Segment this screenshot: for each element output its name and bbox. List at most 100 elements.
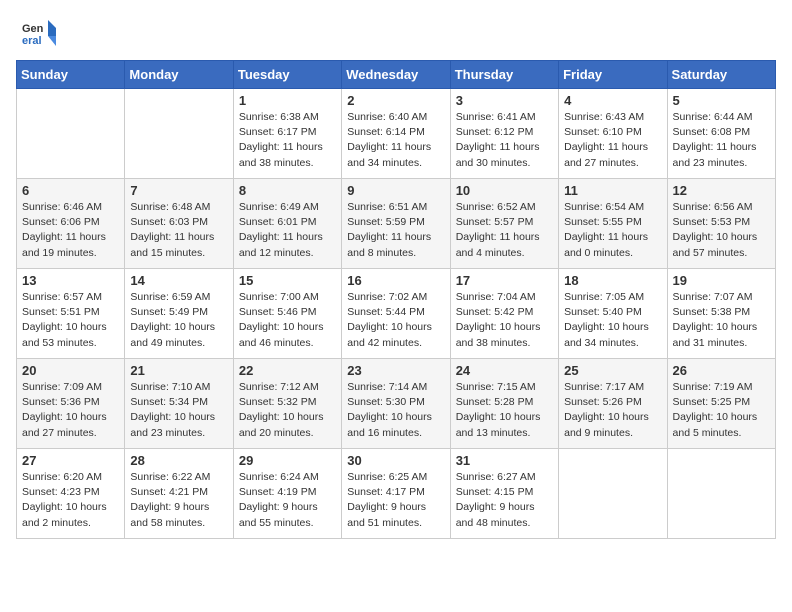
day-cell-27: 27 Sunrise: 6:20 AM Sunset: 4:23 PM Dayli… [17,449,125,539]
day-header-saturday: Saturday [667,61,775,89]
day-cell-25: 25Sunrise: 7:17 AM Sunset: 5:26 PM Dayli… [559,359,667,449]
day-cell-2: 2Sunrise: 6:40 AM Sunset: 6:14 PM Daylig… [342,89,450,179]
day-info: Sunrise: 6:51 AM Sunset: 5:59 PM Dayligh… [347,200,444,261]
empty-cell [17,89,125,179]
day-info: Sunrise: 6:38 AM Sunset: 6:17 PM Dayligh… [239,110,336,171]
day-cell-23: 23 Sunrise: 7:14 AM Sunset: 5:30 PM Dayli… [342,359,450,449]
day-cell-3: 3Sunrise: 6:41 AM Sunset: 6:12 PM Daylig… [450,89,558,179]
day-number: 14 [130,273,227,288]
day-header-friday: Friday [559,61,667,89]
day-number: 19 [673,273,770,288]
day-info: Sunrise: 6:44 AM Sunset: 6:08 PM Dayligh… [673,110,770,171]
day-info: Sunrise: 6:57 AM Sunset: 5:51 PM Dayligh… [22,290,119,351]
day-number: 12 [673,183,770,198]
day-number: 24 [456,363,553,378]
day-info: Sunrise: 7:04 AM Sunset: 5:42 PM Dayligh… [456,290,553,351]
calendar-header: SundayMondayTuesdayWednesdayThursdayFrid… [17,61,776,89]
day-cell-19: 19 Sunrise: 7:07 AM Sunset: 5:38 PM Dayli… [667,269,775,359]
day-number: 22 [239,363,336,378]
day-cell-28: 28 Sunrise: 6:22 AM Sunset: 4:21 PM Dayli… [125,449,233,539]
day-number: 25 [564,363,661,378]
day-cell-31: 31 Sunrise: 6:27 AM Sunset: 4:15 PM Dayli… [450,449,558,539]
day-number: 31 [456,453,553,468]
day-info: Sunrise: 7:14 AM Sunset: 5:30 PM Dayligh… [347,380,444,441]
day-cell-4: 4 Sunrise: 6:43 AM Sunset: 6:10 PM Daylig… [559,89,667,179]
day-info: Sunrise: 7:00 AM Sunset: 5:46 PM Dayligh… [239,290,336,351]
day-cell-24: 24 Sunrise: 7:15 AM Sunset: 5:28 PM Dayli… [450,359,558,449]
day-number: 9 [347,183,444,198]
day-info: Sunrise: 7:09 AM Sunset: 5:36 PM Dayligh… [22,380,119,441]
day-cell-6: 6 Sunrise: 6:46 AM Sunset: 6:06 PM Daylig… [17,179,125,269]
calendar-body: 1 Sunrise: 6:38 AM Sunset: 6:17 PM Daylig… [17,89,776,539]
day-info: Sunrise: 6:24 AM Sunset: 4:19 PM Dayligh… [239,470,336,531]
day-header-sunday: Sunday [17,61,125,89]
day-info: Sunrise: 6:52 AM Sunset: 5:57 PM Dayligh… [456,200,553,261]
day-cell-17: 17 Sunrise: 7:04 AM Sunset: 5:42 PM Dayli… [450,269,558,359]
day-number: 8 [239,183,336,198]
day-info: Sunrise: 6:20 AM Sunset: 4:23 PM Dayligh… [22,470,119,531]
day-info: Sunrise: 6:59 AM Sunset: 5:49 PM Dayligh… [130,290,227,351]
calendar-table: SundayMondayTuesdayWednesdayThursdayFrid… [16,60,776,539]
day-info: Sunrise: 6:48 AM Sunset: 6:03 PM Dayligh… [130,200,227,261]
day-cell-22: 22 Sunrise: 7:12 AM Sunset: 5:32 PM Dayli… [233,359,341,449]
day-info: Sunrise: 6:40 AM Sunset: 6:14 PM Dayligh… [347,110,444,171]
day-number: 5 [673,93,770,108]
day-cell-5: 5 Sunrise: 6:44 AM Sunset: 6:08 PM Daylig… [667,89,775,179]
day-header-tuesday: Tuesday [233,61,341,89]
day-number: 15 [239,273,336,288]
day-info: Sunrise: 6:43 AM Sunset: 6:10 PM Dayligh… [564,110,661,171]
day-cell-20: 20 Sunrise: 7:09 AM Sunset: 5:36 PM Dayli… [17,359,125,449]
day-info: Sunrise: 6:49 AM Sunset: 6:01 PM Dayligh… [239,200,336,261]
empty-cell [559,449,667,539]
day-info: Sunrise: 6:27 AM Sunset: 4:15 PM Dayligh… [456,470,553,531]
day-number: 6 [22,183,119,198]
day-number: 21 [130,363,227,378]
day-number: 28 [130,453,227,468]
day-cell-18: 18Sunrise: 7:05 AM Sunset: 5:40 PM Dayli… [559,269,667,359]
day-info: Sunrise: 6:46 AM Sunset: 6:06 PM Dayligh… [22,200,119,261]
day-number: 1 [239,93,336,108]
day-info: Sunrise: 6:54 AM Sunset: 5:55 PM Dayligh… [564,200,661,261]
day-cell-13: 13Sunrise: 6:57 AM Sunset: 5:51 PM Dayli… [17,269,125,359]
day-number: 20 [22,363,119,378]
day-number: 30 [347,453,444,468]
day-info: Sunrise: 7:07 AM Sunset: 5:38 PM Dayligh… [673,290,770,351]
day-header-thursday: Thursday [450,61,558,89]
day-cell-15: 15 Sunrise: 7:00 AM Sunset: 5:46 PM Dayli… [233,269,341,359]
week-row-2: 6 Sunrise: 6:46 AM Sunset: 6:06 PM Daylig… [17,179,776,269]
day-header-wednesday: Wednesday [342,61,450,89]
week-row-1: 1 Sunrise: 6:38 AM Sunset: 6:17 PM Daylig… [17,89,776,179]
day-number: 4 [564,93,661,108]
day-info: Sunrise: 6:41 AM Sunset: 6:12 PM Dayligh… [456,110,553,171]
day-cell-7: 7Sunrise: 6:48 AM Sunset: 6:03 PM Daylig… [125,179,233,269]
day-header-monday: Monday [125,61,233,89]
day-info: Sunrise: 7:02 AM Sunset: 5:44 PM Dayligh… [347,290,444,351]
day-number: 10 [456,183,553,198]
week-row-5: 27 Sunrise: 6:20 AM Sunset: 4:23 PM Dayli… [17,449,776,539]
header-row: SundayMondayTuesdayWednesdayThursdayFrid… [17,61,776,89]
empty-cell [125,89,233,179]
logo: Gen eral [20,16,60,52]
day-info: Sunrise: 7:19 AM Sunset: 5:25 PM Dayligh… [673,380,770,441]
day-number: 18 [564,273,661,288]
day-cell-26: 26Sunrise: 7:19 AM Sunset: 5:25 PM Dayli… [667,359,775,449]
day-number: 23 [347,363,444,378]
day-number: 17 [456,273,553,288]
day-info: Sunrise: 7:12 AM Sunset: 5:32 PM Dayligh… [239,380,336,441]
day-number: 29 [239,453,336,468]
page-header: Gen eral [0,0,792,60]
day-info: Sunrise: 6:22 AM Sunset: 4:21 PM Dayligh… [130,470,227,531]
day-cell-30: 30 Sunrise: 6:25 AM Sunset: 4:17 PM Dayli… [342,449,450,539]
empty-cell [667,449,775,539]
logo-icon: Gen eral [20,16,56,52]
day-cell-14: 14 Sunrise: 6:59 AM Sunset: 5:49 PM Dayli… [125,269,233,359]
day-info: Sunrise: 6:25 AM Sunset: 4:17 PM Dayligh… [347,470,444,531]
day-cell-1: 1 Sunrise: 6:38 AM Sunset: 6:17 PM Daylig… [233,89,341,179]
day-number: 27 [22,453,119,468]
day-cell-11: 11Sunrise: 6:54 AM Sunset: 5:55 PM Dayli… [559,179,667,269]
week-row-3: 13Sunrise: 6:57 AM Sunset: 5:51 PM Dayli… [17,269,776,359]
day-info: Sunrise: 6:56 AM Sunset: 5:53 PM Dayligh… [673,200,770,261]
day-cell-16: 16Sunrise: 7:02 AM Sunset: 5:44 PM Dayli… [342,269,450,359]
day-info: Sunrise: 7:15 AM Sunset: 5:28 PM Dayligh… [456,380,553,441]
calendar-wrapper: SundayMondayTuesdayWednesdayThursdayFrid… [0,60,792,547]
